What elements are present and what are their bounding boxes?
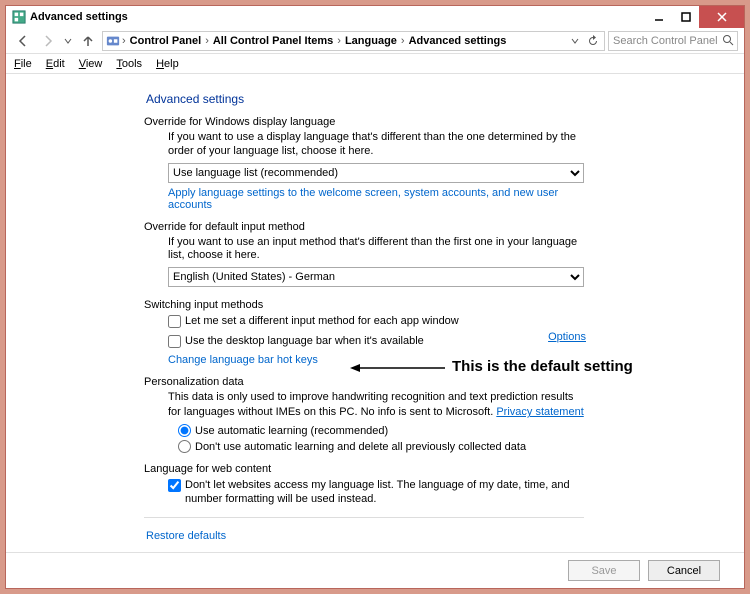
- back-button[interactable]: [12, 31, 34, 51]
- minimize-button[interactable]: [645, 6, 672, 28]
- section-header: Override for default input method: [144, 221, 744, 233]
- control-panel-icon: [12, 10, 26, 24]
- menubar: File Edit View Tools Help: [6, 54, 744, 74]
- breadcrumb-item[interactable]: Language: [343, 35, 399, 47]
- chevron-right-icon: ›: [205, 35, 209, 47]
- up-button[interactable]: [77, 31, 99, 51]
- section-desc: If you want to use an input method that'…: [168, 236, 586, 264]
- page-title: Advanced settings: [146, 92, 744, 106]
- section-header: Personalization data: [144, 376, 744, 388]
- search-placeholder: Search Control Panel: [613, 35, 718, 47]
- close-button[interactable]: [699, 6, 744, 28]
- chevron-right-icon: ›: [122, 35, 126, 47]
- search-icon: [722, 34, 734, 49]
- section-header: Language for web content: [144, 463, 744, 475]
- titlebar: Advanced settings: [6, 6, 744, 28]
- divider: [144, 517, 584, 518]
- section-header: Override for Windows display language: [144, 116, 744, 128]
- chevron-right-icon: ›: [401, 35, 405, 47]
- apply-settings-link[interactable]: Apply language settings to the welcome s…: [168, 187, 586, 211]
- no-auto-learning-radio[interactable]: Don't use automatic learning and delete …: [178, 440, 586, 453]
- menu-file[interactable]: File: [14, 58, 32, 70]
- breadcrumb[interactable]: › Control Panel › All Control Panel Item…: [102, 31, 605, 51]
- input-method-combo[interactable]: English (United States) - German: [168, 267, 584, 287]
- desktop-langbar-checkbox[interactable]: Use the desktop language bar when it's a…: [168, 334, 548, 348]
- menu-edit[interactable]: Edit: [46, 58, 65, 70]
- window-title: Advanced settings: [30, 11, 645, 23]
- per-app-input-checkbox[interactable]: Let me set a different input method for …: [168, 314, 586, 328]
- options-link[interactable]: Options: [548, 331, 586, 351]
- save-button[interactable]: Save: [568, 560, 640, 581]
- maximize-button[interactable]: [672, 6, 699, 28]
- content-area: Advanced settings Override for Windows d…: [6, 74, 744, 552]
- hotkeys-link[interactable]: Change language bar hot keys: [168, 354, 318, 366]
- recent-dropdown[interactable]: [62, 31, 74, 51]
- menu-tools[interactable]: Tools: [116, 58, 142, 70]
- breadcrumb-root[interactable]: Control Panel: [128, 35, 204, 47]
- web-content-checkbox[interactable]: Don't let websites access my language li…: [168, 478, 586, 507]
- section-desc: This data is only used to improve handwr…: [168, 391, 586, 421]
- section-header: Switching input methods: [144, 299, 744, 311]
- control-panel-icon: [106, 34, 120, 48]
- menu-view[interactable]: View: [79, 58, 103, 70]
- display-language-combo[interactable]: Use language list (recommended): [168, 163, 584, 183]
- auto-learning-radio[interactable]: Use automatic learning (recommended): [178, 424, 586, 437]
- breadcrumb-item[interactable]: All Control Panel Items: [211, 35, 335, 47]
- search-input[interactable]: Search Control Panel: [608, 31, 738, 51]
- privacy-link[interactable]: Privacy statement: [496, 406, 583, 420]
- cancel-button[interactable]: Cancel: [648, 560, 720, 581]
- menu-help[interactable]: Help: [156, 58, 179, 70]
- breadcrumb-item[interactable]: Advanced settings: [407, 35, 509, 47]
- footer: Save Cancel: [6, 552, 744, 588]
- chevron-down-icon[interactable]: [567, 37, 583, 45]
- restore-defaults-link[interactable]: Restore defaults: [146, 530, 226, 542]
- section-desc: If you want to use a display language th…: [168, 131, 586, 159]
- nav-toolbar: › Control Panel › All Control Panel Item…: [6, 28, 744, 54]
- refresh-icon[interactable]: [585, 35, 601, 47]
- forward-button[interactable]: [37, 31, 59, 51]
- chevron-right-icon: ›: [337, 35, 341, 47]
